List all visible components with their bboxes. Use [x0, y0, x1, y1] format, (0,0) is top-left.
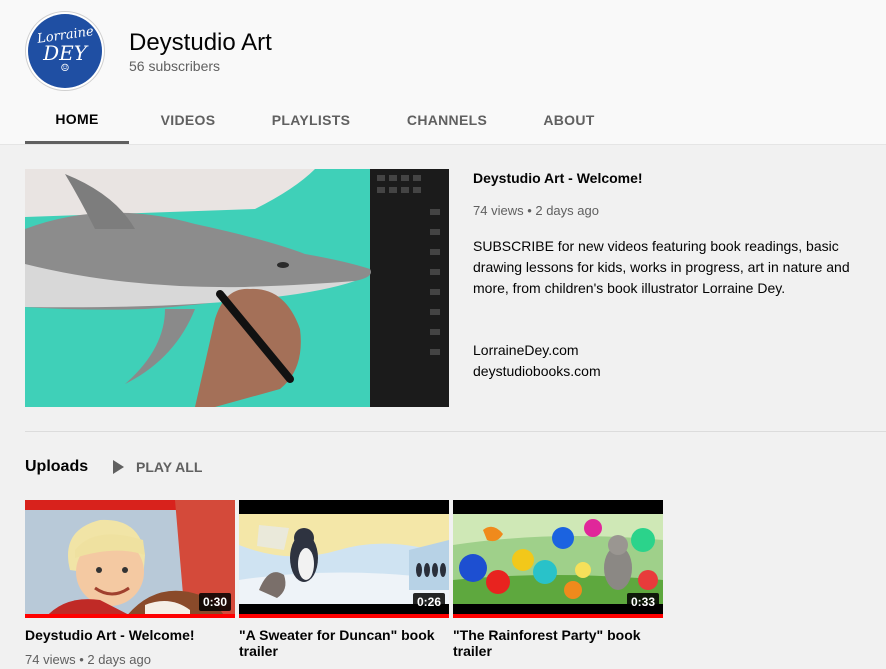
video-duration: 0:33: [626, 593, 659, 611]
watch-progress-bar: [25, 614, 235, 618]
video-duration: 0:26: [412, 593, 445, 611]
tab-home[interactable]: HOME: [25, 96, 129, 144]
video-meta: 74 views • 2 days ago: [25, 652, 151, 667]
video-card[interactable]: 0:26 "A Sweater for Duncan" book trailer: [239, 500, 449, 659]
tab-playlists[interactable]: PLAYLISTS: [247, 96, 375, 144]
video-thumbnail[interactable]: 0:30: [25, 500, 235, 618]
featured-video-player[interactable]: [25, 169, 449, 407]
tab-videos[interactable]: VIDEOS: [129, 96, 247, 144]
section-divider: [25, 431, 886, 432]
tab-about[interactable]: ABOUT: [519, 96, 619, 144]
description-link-deystudiobooks[interactable]: deystudiobooks.com: [473, 363, 601, 379]
uploads-shelf-title[interactable]: Uploads: [25, 458, 88, 476]
watch-progress-bar: [453, 614, 663, 618]
featured-thumbnail-image: [25, 169, 449, 407]
channel-name: Deystudio Art: [129, 29, 272, 56]
channel-tabs: HOME VIDEOS PLAYLISTS CHANNELS ABOUT: [25, 96, 619, 144]
channel-header: Lorraine DEY ☺ Deystudio Art 56 subscrib…: [0, 0, 886, 145]
featured-video-description: SUBSCRIBE for new videos featuring book …: [473, 238, 850, 296]
description-link-lorrainedey[interactable]: LorraineDey.com: [473, 342, 579, 358]
video-title[interactable]: "A Sweater for Duncan" book trailer: [239, 627, 449, 659]
channel-avatar[interactable]: Lorraine DEY ☺: [25, 11, 105, 91]
video-duration: 0:30: [198, 593, 231, 611]
featured-video-meta: 74 views • 2 days ago: [473, 203, 599, 218]
video-card[interactable]: 0:33 "The Rainforest Party" book trailer: [453, 500, 663, 659]
video-thumbnail[interactable]: 0:26: [239, 500, 449, 618]
play-icon: [113, 460, 124, 474]
video-card[interactable]: 0:30 Deystudio Art - Welcome! 74 views •…: [25, 500, 235, 667]
avatar-logo: Lorraine DEY ☺: [28, 14, 102, 88]
subscriber-count: 56 subscribers: [129, 58, 221, 74]
video-title[interactable]: Deystudio Art - Welcome!: [25, 627, 235, 643]
tab-channels[interactable]: CHANNELS: [375, 96, 519, 144]
play-all-button[interactable]: PLAY ALL: [113, 456, 202, 478]
video-title[interactable]: "The Rainforest Party" book trailer: [453, 627, 663, 659]
video-thumbnail[interactable]: 0:33: [453, 500, 663, 618]
featured-video-title[interactable]: Deystudio Art - Welcome!: [473, 170, 643, 186]
watch-progress-bar: [239, 614, 449, 618]
